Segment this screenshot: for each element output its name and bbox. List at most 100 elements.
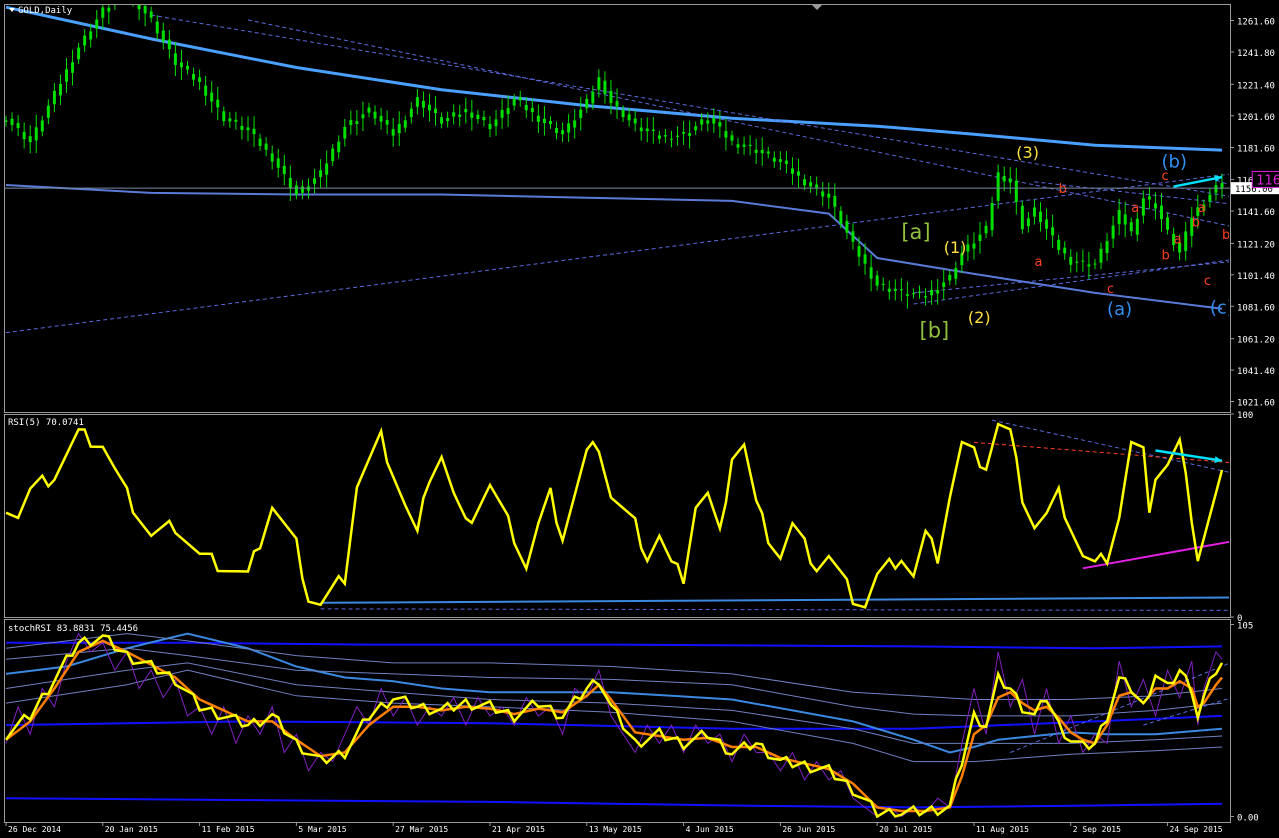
candle-body — [718, 122, 721, 127]
candle-body — [531, 108, 534, 112]
candle-body — [555, 128, 558, 133]
candle-body — [355, 121, 358, 124]
candle-body — [374, 112, 377, 119]
candle-body — [343, 127, 346, 139]
stoch-axis-tick-label: 105 — [1237, 621, 1253, 631]
candle-body — [1009, 178, 1012, 182]
candle-body — [476, 115, 479, 119]
candle-body — [785, 161, 788, 164]
wave-label: c — [1162, 169, 1169, 184]
candle-body — [422, 101, 425, 108]
rsi-trendline — [992, 420, 1279, 509]
wave-label: b — [1162, 249, 1170, 264]
candle-body — [246, 127, 249, 130]
price-axis-tick-label: 1201.60 — [1237, 113, 1275, 123]
candle-body — [464, 109, 467, 112]
candle-body — [77, 48, 80, 60]
candle-body — [192, 74, 195, 80]
rsi-trendline — [321, 609, 1279, 611]
wave-label: b — [1059, 182, 1067, 197]
candle-body — [1214, 185, 1217, 193]
candle-body — [331, 149, 334, 161]
candle-body — [706, 120, 709, 123]
candle-body — [888, 289, 891, 292]
candle-body — [870, 267, 873, 278]
rsi-title: RSI(5) 70.0741 — [8, 418, 84, 428]
candle-body — [622, 110, 625, 117]
moving-average-lower — [6, 185, 1222, 309]
chart-canvas[interactable]: 1261.601241.801221.401201.601181.601161.… — [0, 0, 1279, 834]
candle-body — [428, 105, 431, 111]
candle-body — [452, 112, 455, 116]
candle-body — [1093, 264, 1096, 265]
chart-title: GOLD,Daily — [18, 6, 73, 16]
candle-body — [174, 53, 177, 65]
candle-body — [59, 84, 62, 95]
candle-body — [265, 144, 268, 150]
candle-body — [597, 77, 600, 89]
candle-body — [392, 129, 395, 136]
candle-body — [803, 179, 806, 185]
wave-label: [b] — [920, 318, 950, 342]
candle-body — [507, 108, 510, 114]
time-axis-label: 20 Jul 2015 — [879, 825, 932, 834]
candle-body — [858, 246, 861, 256]
wave-label: a — [1174, 233, 1182, 248]
candle-body — [89, 31, 92, 39]
time-axis-label: 26 Jun 2015 — [782, 825, 835, 834]
candle-body — [912, 293, 915, 294]
candle-body — [1118, 210, 1121, 224]
candle-body — [658, 135, 661, 138]
candle-body — [979, 235, 982, 241]
candle-body — [234, 120, 237, 122]
wave-label: c — [1107, 282, 1114, 297]
candle-body — [1045, 219, 1048, 228]
candle-body — [1166, 217, 1169, 229]
price-axis-tick-label: 1121.20 — [1237, 240, 1275, 250]
stoch-title: stochRSI 83.8831 75.4456 — [8, 624, 138, 634]
candle-body — [446, 118, 449, 121]
candle-body — [470, 113, 473, 118]
wave-label: c — [1204, 274, 1211, 289]
time-axis-label: 11 Aug 2015 — [976, 825, 1029, 834]
candle-body — [95, 19, 98, 28]
candle-body — [730, 135, 733, 140]
candle-body — [1033, 208, 1036, 217]
price-plot: [a][b][c](1)(2)(3)(4)(a)(b)(c)(d)(e)abca… — [5, 0, 1279, 404]
wave-label: (2) — [968, 308, 991, 327]
candle-body — [101, 7, 104, 17]
stoch-band-line — [6, 643, 1222, 649]
stoch-band-line — [6, 716, 1222, 729]
candle-body — [295, 185, 298, 194]
candle-body — [501, 110, 504, 118]
price-axis-tick-label: 1061.20 — [1237, 336, 1275, 346]
candle-body — [954, 268, 957, 279]
candle-body — [537, 116, 540, 122]
candle-body — [882, 284, 885, 285]
candle-body — [271, 153, 274, 161]
wave-label: (3) — [1016, 143, 1039, 162]
price-tag-value: 1161.49 — [1256, 173, 1279, 188]
time-axis-label: 24 Sep 2015 — [1170, 825, 1223, 834]
candle-body — [942, 283, 945, 287]
candle-body — [1081, 261, 1084, 262]
candle-body — [482, 117, 485, 120]
candle-body — [761, 150, 764, 153]
candle-body — [821, 191, 824, 196]
wave-label: a — [1131, 201, 1139, 216]
candle-body — [1136, 219, 1139, 235]
candle-body — [53, 91, 56, 104]
candle-body — [1003, 176, 1006, 181]
candle-body — [367, 108, 370, 113]
wave-label: b — [1222, 228, 1230, 243]
candle-body — [918, 292, 921, 293]
candle-body — [35, 127, 38, 140]
candle-body — [71, 62, 74, 72]
candle-body — [948, 275, 951, 281]
price-axis-tick-label: 1241.80 — [1237, 49, 1275, 59]
candle-body — [1130, 222, 1133, 231]
candle-body — [839, 211, 842, 224]
candle-body — [682, 132, 685, 134]
stoch-axis-tick-label: 0.00 — [1237, 814, 1259, 824]
wave-label: (1) — [944, 238, 967, 257]
